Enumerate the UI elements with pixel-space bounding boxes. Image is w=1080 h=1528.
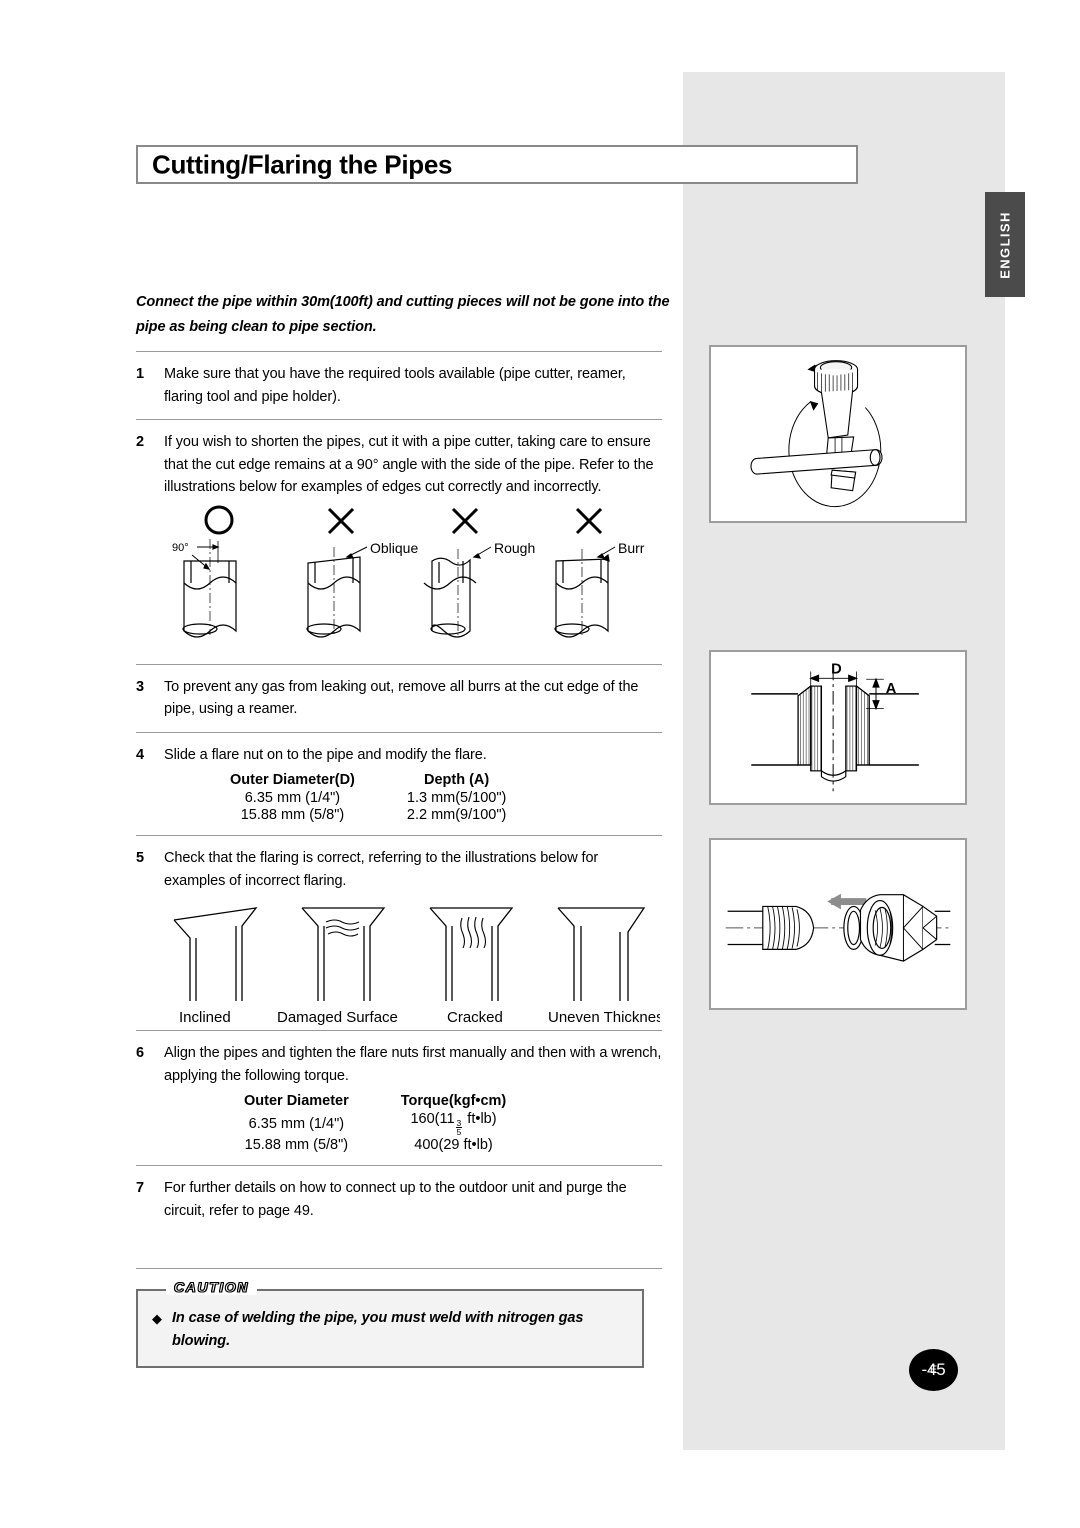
flare-label-uneven: Uneven Thickness: [548, 1009, 660, 1026]
page-title: Cutting/Flaring the Pipes: [152, 149, 453, 179]
caution-label: CAUTION: [166, 1279, 257, 1296]
step-1-text: Make sure that you have the required too…: [164, 366, 626, 405]
step-3-number: 3: [136, 678, 145, 695]
rule-divider: [136, 663, 662, 665]
step-4-number: 4: [136, 746, 145, 763]
rule-divider: [136, 1268, 662, 1270]
torque-cell-diameter: 6.35 mm (1/4"): [248, 1115, 345, 1132]
step-6-number: 6: [136, 1045, 145, 1061]
flare-label-cracked: Cracked: [447, 1009, 503, 1026]
caution-bullet-icon: ◆: [152, 1311, 162, 1327]
step-6-text: Align the pipes and tighten the flare nu…: [164, 1045, 662, 1084]
step-7-text: For further details on how to connect up…: [164, 1180, 627, 1219]
table-header-row: Outer Diameter Torque(kgf•cm): [218, 1092, 532, 1111]
depth-cell-diameter: 15.88 mm (5/8"): [240, 807, 345, 823]
depth-table-header-diameter: Outer Diameter(D): [230, 772, 355, 788]
table-row: 6.35 mm (1/4") 1.3 mm(5/100"): [204, 790, 532, 807]
svg-text:Burr: Burr: [618, 540, 645, 556]
depth-cell-depth: 1.3 mm(5/100"): [406, 790, 507, 806]
fraction-denominator: 5: [456, 1127, 462, 1138]
svg-text:Rough: Rough: [494, 540, 535, 556]
torque-table-header-torque: Torque(kgf•cm): [400, 1093, 507, 1109]
flare-illustrations: Inclined Damaged Surface Cracked Uneven …: [144, 896, 662, 1026]
step-6: 6 Align the pipes and tighten the flare …: [136, 1042, 662, 1087]
page-number-badge: E -45: [909, 1349, 958, 1391]
language-tab-label: ENGLISH: [997, 210, 1013, 279]
rule-divider: [136, 351, 662, 352]
step-1: 1 Make sure that you have the required t…: [136, 363, 662, 408]
caution-box: ◆ In case of welding the pipe, you must …: [136, 1289, 644, 1369]
rule-divider: [136, 1030, 662, 1031]
torque-cell-value: 400(29 ft•lb): [414, 1137, 493, 1154]
svg-text:Oblique: Oblique: [370, 540, 418, 556]
table-row: 6.35 mm (1/4") 160(11 3 5 ft•lb): [218, 1111, 532, 1137]
figure-flare-depth: D A: [709, 650, 967, 805]
step-4-text: Slide a flare nut on to the pipe and mod…: [164, 746, 487, 763]
torque-value-prefix: 160(11: [410, 1111, 455, 1127]
torque-value-suffix: ft•lb): [463, 1111, 497, 1127]
page-number-value: -45: [921, 1360, 946, 1379]
step-2: 2 If you wish to shorten the pipes, cut …: [136, 431, 662, 499]
table-row: 15.88 mm (5/8") 400(29 ft•lb): [218, 1137, 532, 1154]
step-5-number: 5: [136, 850, 145, 866]
rule-divider: [136, 1165, 662, 1167]
step-3-text: To prevent any gas from leaking out, rem…: [164, 678, 639, 718]
rule-divider: [136, 731, 662, 733]
step-5-text: Check that the flaring is correct, refer…: [164, 850, 599, 889]
figure-pipe-cutter: [709, 345, 967, 523]
svg-text:90°: 90°: [172, 542, 189, 554]
page-title-box: Cutting/Flaring the Pipes: [136, 145, 858, 184]
step-3: 3 To prevent any gas from leaking out, r…: [136, 676, 662, 721]
intro-paragraph: Connect the pipe within 30m(100ft) and c…: [136, 294, 670, 335]
step-4: 4 Slide a flare nut on to the pipe and m…: [136, 744, 662, 767]
torque-cell-value: 160(11 3 5 ft•lb): [375, 1111, 533, 1137]
depth-table-header-depth: Depth (A): [423, 772, 490, 788]
depth-cell-depth: 2.2 mm(9/100"): [406, 807, 507, 823]
rule-divider: [136, 835, 662, 836]
caution-item: ◆ In case of welding the pipe, you must …: [152, 1307, 628, 1353]
step-2-text: If you wish to shorten the pipes, cut it…: [164, 434, 654, 495]
step-7: 7 For further details on how to connect …: [136, 1177, 662, 1222]
cut-edge-illustrations: 90° Oblique Rough Burr: [162, 503, 662, 653]
torque-cell-diameter: 15.88 mm (5/8"): [244, 1137, 349, 1154]
caution-text: In case of welding the pipe, you must we…: [172, 1310, 584, 1350]
flare-label-damaged: Damaged Surface: [277, 1009, 398, 1026]
depth-cell-diameter: 6.35 mm (1/4"): [244, 790, 341, 806]
step-1-number: 1: [136, 366, 145, 382]
figure-flare-nut-assembly: [709, 838, 967, 1010]
language-tab-english: ENGLISH: [985, 192, 1025, 297]
main-content: Connect the pipe within 30m(100ft) and c…: [136, 290, 670, 1369]
rule-divider: [136, 419, 662, 420]
depth-table: Outer Diameter(D) Depth (A) 6.35 mm (1/4…: [204, 771, 532, 824]
torque-table: Outer Diameter Torque(kgf•cm) 6.35 mm (1…: [218, 1092, 532, 1154]
step-5: 5 Check that the flaring is correct, ref…: [136, 847, 662, 892]
torque-fraction: 35: [455, 1119, 463, 1138]
flare-label-inclined: Inclined: [179, 1009, 231, 1026]
table-row: 15.88 mm (5/8") 2.2 mm(9/100"): [204, 807, 532, 824]
torque-table-header-diameter: Outer Diameter: [244, 1093, 349, 1109]
table-header-row: Outer Diameter(D) Depth (A): [204, 771, 532, 790]
step-7-number: 7: [136, 1180, 145, 1197]
caution-section: ◆ In case of welding the pipe, you must …: [136, 1279, 644, 1369]
step-2-number: 2: [136, 434, 145, 450]
